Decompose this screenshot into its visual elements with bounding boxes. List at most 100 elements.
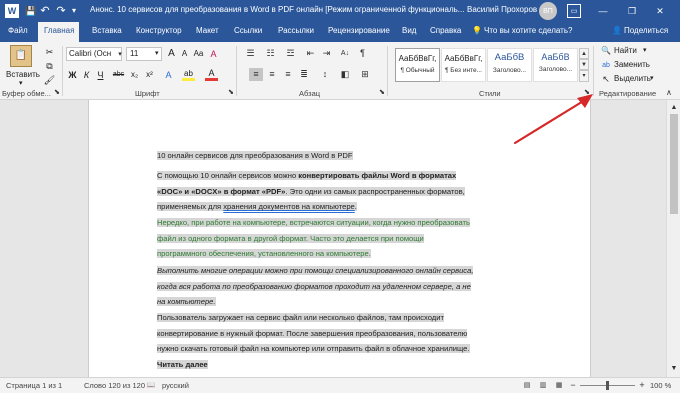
tell-me-search[interactable]: Что вы хотите сделать? (484, 26, 572, 35)
zoom-slider[interactable] (580, 381, 635, 390)
font-size-dropdown-icon[interactable]: ▾ (155, 49, 159, 57)
style-heading-2[interactable]: АаБбВ Заголово... (533, 48, 578, 82)
align-right-icon[interactable]: ≡ (281, 68, 295, 81)
shading-icon[interactable]: ◧ (338, 68, 352, 81)
tab-home[interactable]: Главная (44, 26, 74, 35)
justify-icon[interactable]: ≣ (297, 68, 311, 81)
tab-review[interactable]: Рецензирование (328, 26, 390, 35)
font-size-select[interactable]: 11 ▾ (126, 47, 162, 61)
web-layout-icon[interactable]: ▦ (554, 380, 564, 390)
styles-scroll-down-icon[interactable]: ▼ (579, 59, 589, 70)
minimize-button[interactable]: — (596, 4, 610, 18)
read-mode-icon[interactable]: ▥ (538, 380, 548, 390)
align-left-icon[interactable]: ≡ (249, 68, 263, 81)
borders-icon[interactable]: ⊞ (358, 68, 372, 81)
italic-button[interactable]: К (80, 68, 93, 81)
align-center-icon[interactable]: ≡ (265, 68, 279, 81)
doc-p2-text: Нередко, при работе на компьютере, встре… (157, 218, 470, 259)
highlight-color-icon[interactable]: ab (182, 68, 195, 81)
paragraph-group-label: Абзац (299, 89, 321, 98)
superscript-button[interactable]: x² (143, 68, 156, 81)
language-indicator[interactable]: русский (162, 381, 189, 390)
doc-paragraph-4[interactable]: Пользователь загружает на сервис файл ил… (157, 310, 475, 357)
tab-layout[interactable]: Макет (196, 26, 219, 35)
cut-icon[interactable]: ✂ (43, 46, 56, 59)
doc-p1-underlined: хранения документов на компьютере (223, 202, 355, 212)
page-count[interactable]: Страница 1 из 1 (6, 381, 62, 390)
zoom-out-button[interactable]: − (568, 379, 578, 391)
sort-icon[interactable]: A↓ (338, 47, 352, 60)
avatar[interactable]: ВП (539, 2, 557, 20)
doc-paragraph-3[interactable]: Выполнить многие операции можно при помо… (157, 263, 475, 310)
find-button[interactable]: Найти (614, 46, 637, 55)
underline-button[interactable]: Ч (94, 68, 107, 81)
change-case-icon[interactable]: Aa (192, 47, 205, 60)
tab-references[interactable]: Ссылки (234, 26, 262, 35)
clipboard-launcher-icon[interactable]: ⬊ (54, 89, 60, 96)
tab-help[interactable]: Справка (430, 26, 461, 35)
ribbon-display-options-icon[interactable]: ▭ (567, 4, 581, 18)
select-button[interactable]: Выделить (614, 74, 651, 83)
word-count[interactable]: Слово 120 из 120 (84, 381, 145, 390)
numbering-icon[interactable]: ☷ (264, 47, 277, 60)
copy-icon[interactable]: ⧉ (43, 60, 56, 73)
focus-mode-icon[interactable]: ▤ (522, 380, 532, 390)
doc-heading[interactable]: 10 онлайн сервисов для преобразования в … (157, 148, 475, 164)
style-heading-1[interactable]: АаБбВ Заголово... (487, 48, 532, 82)
zoom-level[interactable]: 100 % (650, 381, 671, 390)
increase-indent-icon[interactable]: ⇥ (320, 47, 333, 60)
subscript-button[interactable]: x₂ (128, 68, 141, 81)
scroll-up-icon[interactable]: ▲ (669, 102, 679, 112)
paragraph-launcher-icon[interactable]: ⬊ (379, 89, 385, 96)
tab-design[interactable]: Конструктор (136, 26, 182, 35)
font-name-dropdown-icon[interactable]: ▾ (116, 47, 124, 61)
clear-formatting-icon[interactable]: A (207, 47, 220, 60)
doc-read-more[interactable]: Читать далее (157, 357, 475, 373)
zoom-slider-thumb[interactable] (606, 381, 609, 390)
text-effects-icon[interactable]: A (162, 68, 175, 81)
tab-insert[interactable]: Вставка (92, 26, 122, 35)
style-no-spacing-name: ¶ Без инте... (445, 67, 482, 74)
tab-mailings[interactable]: Рассылки (278, 26, 314, 35)
tab-view[interactable]: Вид (402, 26, 416, 35)
user-name[interactable]: Василий Прохоров (467, 5, 537, 14)
paste-dropdown-icon[interactable]: ▾ (19, 79, 23, 87)
decrease-indent-icon[interactable]: ⇤ (304, 47, 317, 60)
doc-paragraph-2[interactable]: Нередко, при работе на компьютере, встре… (157, 215, 475, 262)
line-spacing-icon[interactable]: ↕ (318, 68, 332, 81)
bullets-icon[interactable]: ☰ (244, 47, 257, 60)
save-icon[interactable]: 💾 (24, 4, 38, 18)
grow-font-icon[interactable]: A (165, 47, 178, 60)
find-dropdown-icon[interactable]: ▾ (643, 46, 647, 54)
collapse-ribbon-icon[interactable]: ∧ (666, 89, 672, 97)
undo-icon[interactable]: ↶ (38, 4, 52, 18)
select-dropdown-icon[interactable]: ▾ (650, 74, 654, 82)
bold-button[interactable]: Ж (66, 68, 79, 81)
style-no-spacing[interactable]: АаБбВвГг, ¶ Без инте... (441, 48, 486, 82)
style-normal[interactable]: АаБбВвГг, ¶ Обычный (395, 48, 440, 82)
shrink-font-icon[interactable]: A (178, 47, 191, 60)
font-name-select[interactable]: Calibri (Осн (66, 47, 122, 61)
redo-icon[interactable]: ↷ (54, 4, 68, 18)
close-button[interactable]: ✕ (653, 4, 667, 18)
doc-paragraph-1[interactable]: С помощью 10 онлайн сервисов можно конве… (157, 168, 475, 215)
font-color-icon[interactable]: A (205, 68, 218, 81)
font-launcher-icon[interactable]: ⬊ (228, 89, 234, 96)
format-painter-icon[interactable]: 🖌 (43, 74, 56, 87)
show-marks-icon[interactable]: ¶ (356, 47, 369, 60)
styles-scroll-up-icon[interactable]: ▲ (579, 48, 589, 59)
customize-toolbar-icon[interactable]: ▾ (69, 4, 79, 18)
replace-button[interactable]: Заменить (614, 60, 650, 69)
share-button[interactable]: Поделиться (624, 26, 668, 35)
restore-button[interactable]: ❐ (625, 4, 639, 18)
scroll-down-icon[interactable]: ▼ (669, 363, 679, 373)
vertical-scrollbar[interactable]: ▲ ▼ (666, 100, 680, 377)
multilevel-list-icon[interactable]: ☲ (284, 47, 297, 60)
scrollbar-thumb[interactable] (670, 114, 678, 214)
styles-more-icon[interactable]: ▾ (579, 70, 589, 82)
paste-button[interactable]: 📋 Вставить ▾ (4, 45, 40, 89)
tab-file[interactable]: Файл (8, 26, 28, 35)
strikethrough-button[interactable]: abc (112, 68, 125, 81)
zoom-in-button[interactable]: + (637, 379, 647, 391)
proofing-icon[interactable]: 📖 (146, 380, 156, 390)
